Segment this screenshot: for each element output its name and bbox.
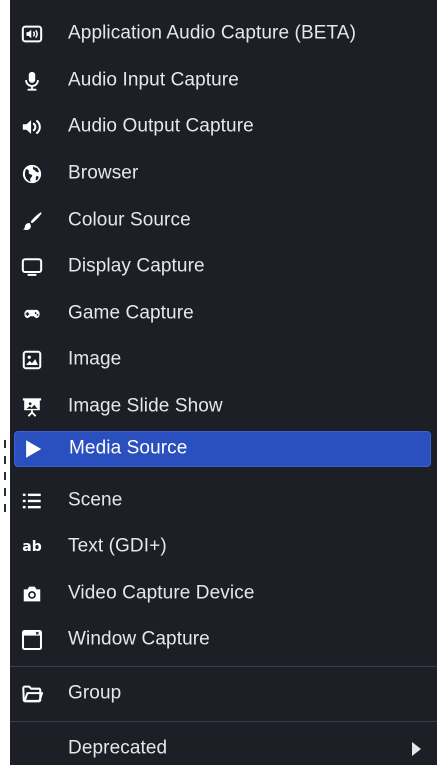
menu-item-label: Game Capture: [68, 302, 194, 324]
add-source-menu: Application Audio Capture (BETA) Audio I…: [10, 0, 437, 765]
menu-item-image[interactable]: Image: [14, 343, 431, 377]
menu-item-application-audio-capture[interactable]: Application Audio Capture (BETA): [14, 17, 431, 51]
app-audio-icon: [20, 22, 44, 46]
window-icon: [20, 628, 44, 652]
menu-item-label: Window Capture: [68, 628, 210, 650]
menu-item-label: Text (GDI+): [68, 535, 167, 557]
menu-item-browser[interactable]: Browser: [14, 157, 431, 191]
menu-item-colour-source[interactable]: Colour Source: [14, 204, 431, 238]
menu-item-deprecated[interactable]: Deprecated: [14, 732, 431, 765]
menu-item-label: Group: [68, 682, 122, 704]
menu-item-display-capture[interactable]: Display Capture: [14, 250, 431, 284]
menu-item-video-capture-device[interactable]: Video Capture Device: [14, 577, 431, 611]
menu-item-label: Media Source: [69, 437, 188, 459]
menu-item-group[interactable]: Group: [14, 677, 431, 711]
menu-separator: [10, 666, 437, 667]
paintbrush-icon: [20, 209, 44, 233]
menu-item-label: Audio Output Capture: [68, 115, 254, 137]
speaker-icon: [20, 115, 44, 139]
menu-item-label: Display Capture: [68, 255, 205, 277]
gamepad-icon: [20, 302, 44, 326]
menu-item-image-slide-show[interactable]: Image Slide Show: [14, 390, 431, 424]
text-icon: ab: [22, 539, 42, 555]
menu-item-label: Colour Source: [68, 209, 191, 231]
menu-separator: [10, 721, 437, 722]
menu-item-text-gdi[interactable]: ab Text (GDI+): [14, 530, 431, 564]
globe-icon: [20, 162, 44, 186]
menu-item-window-capture[interactable]: Window Capture: [14, 623, 431, 657]
menu-item-game-capture[interactable]: Game Capture: [14, 297, 431, 331]
menu-item-audio-input-capture[interactable]: Audio Input Capture: [14, 64, 431, 98]
menu-item-media-source[interactable]: Media Source: [14, 431, 431, 467]
list-icon: [20, 489, 44, 513]
camera-icon: [20, 582, 44, 606]
monitor-icon: [20, 255, 44, 279]
window-edge: [0, 0, 10, 765]
menu-item-label: Deprecated: [68, 737, 168, 759]
menu-item-label: Audio Input Capture: [68, 69, 239, 91]
image-icon: [20, 348, 44, 372]
menu-item-scene[interactable]: Scene: [14, 484, 431, 518]
menu-item-audio-output-capture[interactable]: Audio Output Capture: [14, 110, 431, 144]
menu-item-label: Image Slide Show: [68, 395, 223, 417]
submenu-arrow-icon: [412, 742, 421, 756]
slideshow-icon: [20, 395, 44, 419]
menu-item-label: Application Audio Capture (BETA): [68, 22, 356, 44]
menu-item-label: Scene: [68, 489, 123, 511]
play-icon: [21, 437, 45, 461]
menu-item-label: Video Capture Device: [68, 582, 255, 604]
menu-item-label: Browser: [68, 162, 139, 184]
microphone-icon: [20, 69, 44, 93]
folder-icon: [20, 682, 44, 706]
menu-item-label: Image: [68, 348, 122, 370]
